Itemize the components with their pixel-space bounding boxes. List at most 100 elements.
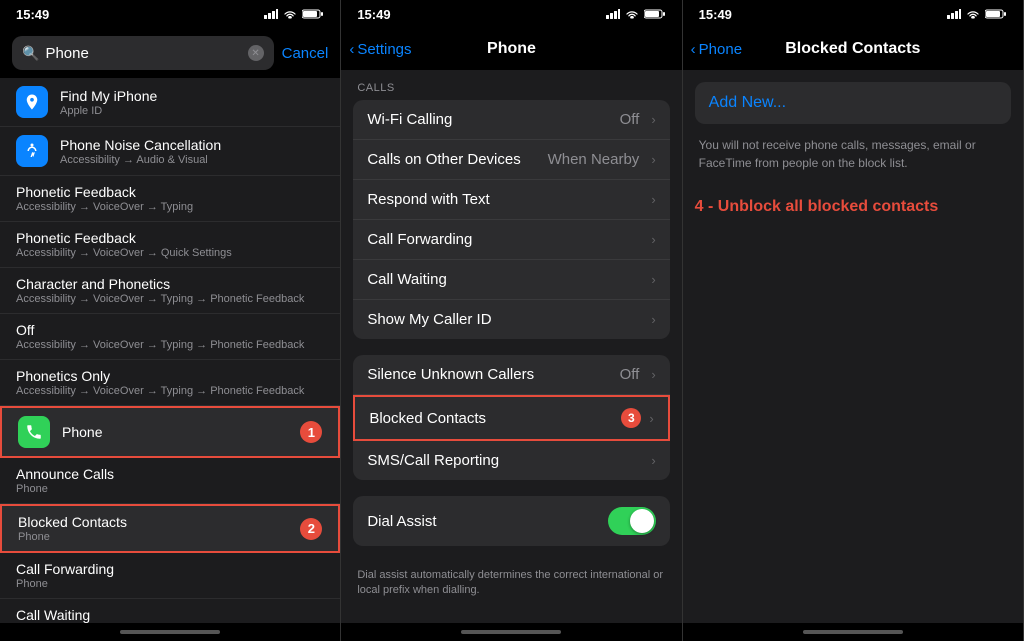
list-item[interactable]: Announce Calls Phone: [0, 458, 340, 504]
home-indicator-1: [0, 623, 340, 641]
item-title: Call Waiting: [16, 607, 324, 623]
call-waiting-label: Call Waiting: [367, 271, 643, 288]
dial-assist-toggle[interactable]: [608, 507, 656, 535]
add-new-label: Add New...: [709, 94, 786, 111]
list-item[interactable]: Call Forwarding Phone: [0, 553, 340, 599]
list-item[interactable]: Character and Phonetics Accessibility → …: [0, 268, 340, 314]
silence-unknown-value: Off: [620, 366, 640, 383]
call-forwarding-row[interactable]: Call Forwarding ›: [353, 220, 669, 260]
item-content: Phonetics Only Accessibility → VoiceOver…: [16, 368, 324, 397]
item-title: Phonetic Feedback: [16, 230, 324, 246]
search-clear-button[interactable]: ✕: [248, 45, 264, 61]
dial-assist-group: Dial Assist: [353, 496, 669, 546]
list-item[interactable]: Find My iPhone Apple ID: [0, 78, 340, 127]
wifi-icon: [283, 9, 297, 19]
sms-reporting-row[interactable]: SMS/Call Reporting ›: [353, 441, 669, 480]
show-caller-id-row[interactable]: Show My Caller ID ›: [353, 300, 669, 339]
item-title: Off: [16, 322, 324, 338]
calls-other-devices-value: When Nearby: [548, 151, 640, 168]
item-content: Blocked Contacts Phone: [18, 514, 288, 543]
chevron-icon: ›: [651, 152, 655, 167]
item-title: Phone Noise Cancellation: [60, 137, 324, 153]
calls-other-devices-label: Calls on Other Devices: [367, 151, 539, 168]
sms-reporting-label: SMS/Call Reporting: [367, 452, 643, 469]
chevron-icon: ›: [649, 411, 653, 426]
search-header: 🔍 Phone ✕ Cancel: [0, 28, 340, 78]
cancel-button[interactable]: Cancel: [282, 45, 329, 62]
wifi-calling-row[interactable]: Wi-Fi Calling Off ›: [353, 100, 669, 140]
chevron-icon: ›: [651, 192, 655, 207]
find-my-icon: [16, 86, 48, 118]
unblock-all-label: 4 - Unblock all blocked contacts: [683, 188, 1023, 226]
phone-app-icon: [18, 416, 50, 448]
item-title: Blocked Contacts: [18, 514, 288, 530]
battery-icon-2: [644, 9, 666, 19]
back-button-settings[interactable]: ‹ Settings: [349, 41, 411, 58]
blocked-contacts-row[interactable]: Blocked Contacts 3 ›: [353, 395, 669, 441]
blocked-info-text: You will not receive phone calls, messag…: [683, 132, 1023, 188]
status-bar-3: 15:49: [683, 0, 1023, 28]
status-bar-2: 15:49: [341, 0, 681, 28]
item-title: Announce Calls: [16, 466, 324, 482]
chevron-icon: ›: [651, 453, 655, 468]
silence-unknown-row[interactable]: Silence Unknown Callers Off ›: [353, 355, 669, 395]
silence-unknown-label: Silence Unknown Callers: [367, 366, 611, 383]
item-content: Announce Calls Phone: [16, 466, 324, 495]
item-title: Phonetics Only: [16, 368, 324, 384]
wifi-icon-2: [625, 9, 639, 19]
dial-assist-description: Dial assist automatically determines the…: [341, 562, 681, 611]
search-results-list: Find My iPhone Apple ID Phone Noise Canc…: [0, 78, 340, 623]
list-item-blocked[interactable]: Blocked Contacts Phone 2: [0, 504, 340, 553]
chevron-icon: ›: [651, 232, 655, 247]
back-button-blocked[interactable]: ‹ Phone: [691, 41, 742, 58]
list-item-phone[interactable]: Phone 1: [0, 406, 340, 458]
back-chevron-icon-3: ‹: [691, 41, 696, 58]
list-item[interactable]: Phonetics Only Accessibility → VoiceOver…: [0, 360, 340, 406]
wifi-calling-value: Off: [620, 111, 640, 128]
chevron-icon: ›: [651, 367, 655, 382]
search-bar[interactable]: 🔍 Phone ✕: [12, 36, 274, 70]
item-sub: Accessibility → VoiceOver → Typing → Pho…: [16, 339, 324, 351]
step-3-badge: 3: [621, 408, 641, 428]
signal-icon-2: [606, 9, 620, 19]
status-time-1: 15:49: [16, 7, 49, 22]
dial-assist-row[interactable]: Dial Assist: [353, 496, 669, 546]
phone-icon: [25, 423, 43, 441]
status-icons-1: [264, 9, 324, 19]
step-2-badge: 2: [300, 518, 322, 540]
item-content: Character and Phonetics Accessibility → …: [16, 276, 324, 305]
accessibility-icon: [16, 135, 48, 167]
status-icons-2: [606, 9, 666, 19]
status-time-3: 15:49: [699, 7, 732, 22]
item-sub: Accessibility → VoiceOver → Quick Settin…: [16, 247, 324, 259]
item-content: Call Waiting Phone: [16, 607, 324, 623]
back-chevron-icon: ‹: [349, 41, 354, 58]
nav-bar-2: ‹ Settings Phone: [341, 28, 681, 70]
nav-bar-3: ‹ Phone Blocked Contacts: [683, 28, 1023, 70]
location-icon: [23, 93, 41, 111]
respond-text-row[interactable]: Respond with Text ›: [353, 180, 669, 220]
back-label-3: Phone: [699, 41, 742, 58]
list-item[interactable]: Call Waiting Phone: [0, 599, 340, 623]
list-item[interactable]: Phone Noise Cancellation Accessibility →…: [0, 127, 340, 176]
home-bar: [120, 630, 220, 634]
calls-other-devices-row[interactable]: Calls on Other Devices When Nearby ›: [353, 140, 669, 180]
item-sub: Accessibility → VoiceOver → Typing → Pho…: [16, 385, 324, 397]
item-sub: Accessibility → VoiceOver → Typing: [16, 201, 324, 213]
item-content: Phone: [62, 424, 288, 440]
calls-settings-group: Wi-Fi Calling Off › Calls on Other Devic…: [353, 100, 669, 339]
item-sub: Accessibility → VoiceOver → Typing → Pho…: [16, 293, 324, 305]
settings-scroll: CALLS Wi-Fi Calling Off › Calls on Other…: [341, 70, 681, 623]
battery-icon: [302, 9, 324, 19]
list-item[interactable]: Phonetic Feedback Accessibility → VoiceO…: [0, 176, 340, 222]
list-item[interactable]: Phonetic Feedback Accessibility → VoiceO…: [0, 222, 340, 268]
add-new-row[interactable]: Add New...: [695, 82, 1011, 124]
list-item[interactable]: Off Accessibility → VoiceOver → Typing →…: [0, 314, 340, 360]
item-title: Phonetic Feedback: [16, 184, 324, 200]
back-label: Settings: [357, 41, 411, 58]
search-input[interactable]: Phone: [45, 45, 241, 62]
wifi-calling-label: Wi-Fi Calling: [367, 111, 611, 128]
call-waiting-row[interactable]: Call Waiting ›: [353, 260, 669, 300]
step-1-badge: 1: [300, 421, 322, 443]
dial-assist-label: Dial Assist: [367, 513, 599, 530]
